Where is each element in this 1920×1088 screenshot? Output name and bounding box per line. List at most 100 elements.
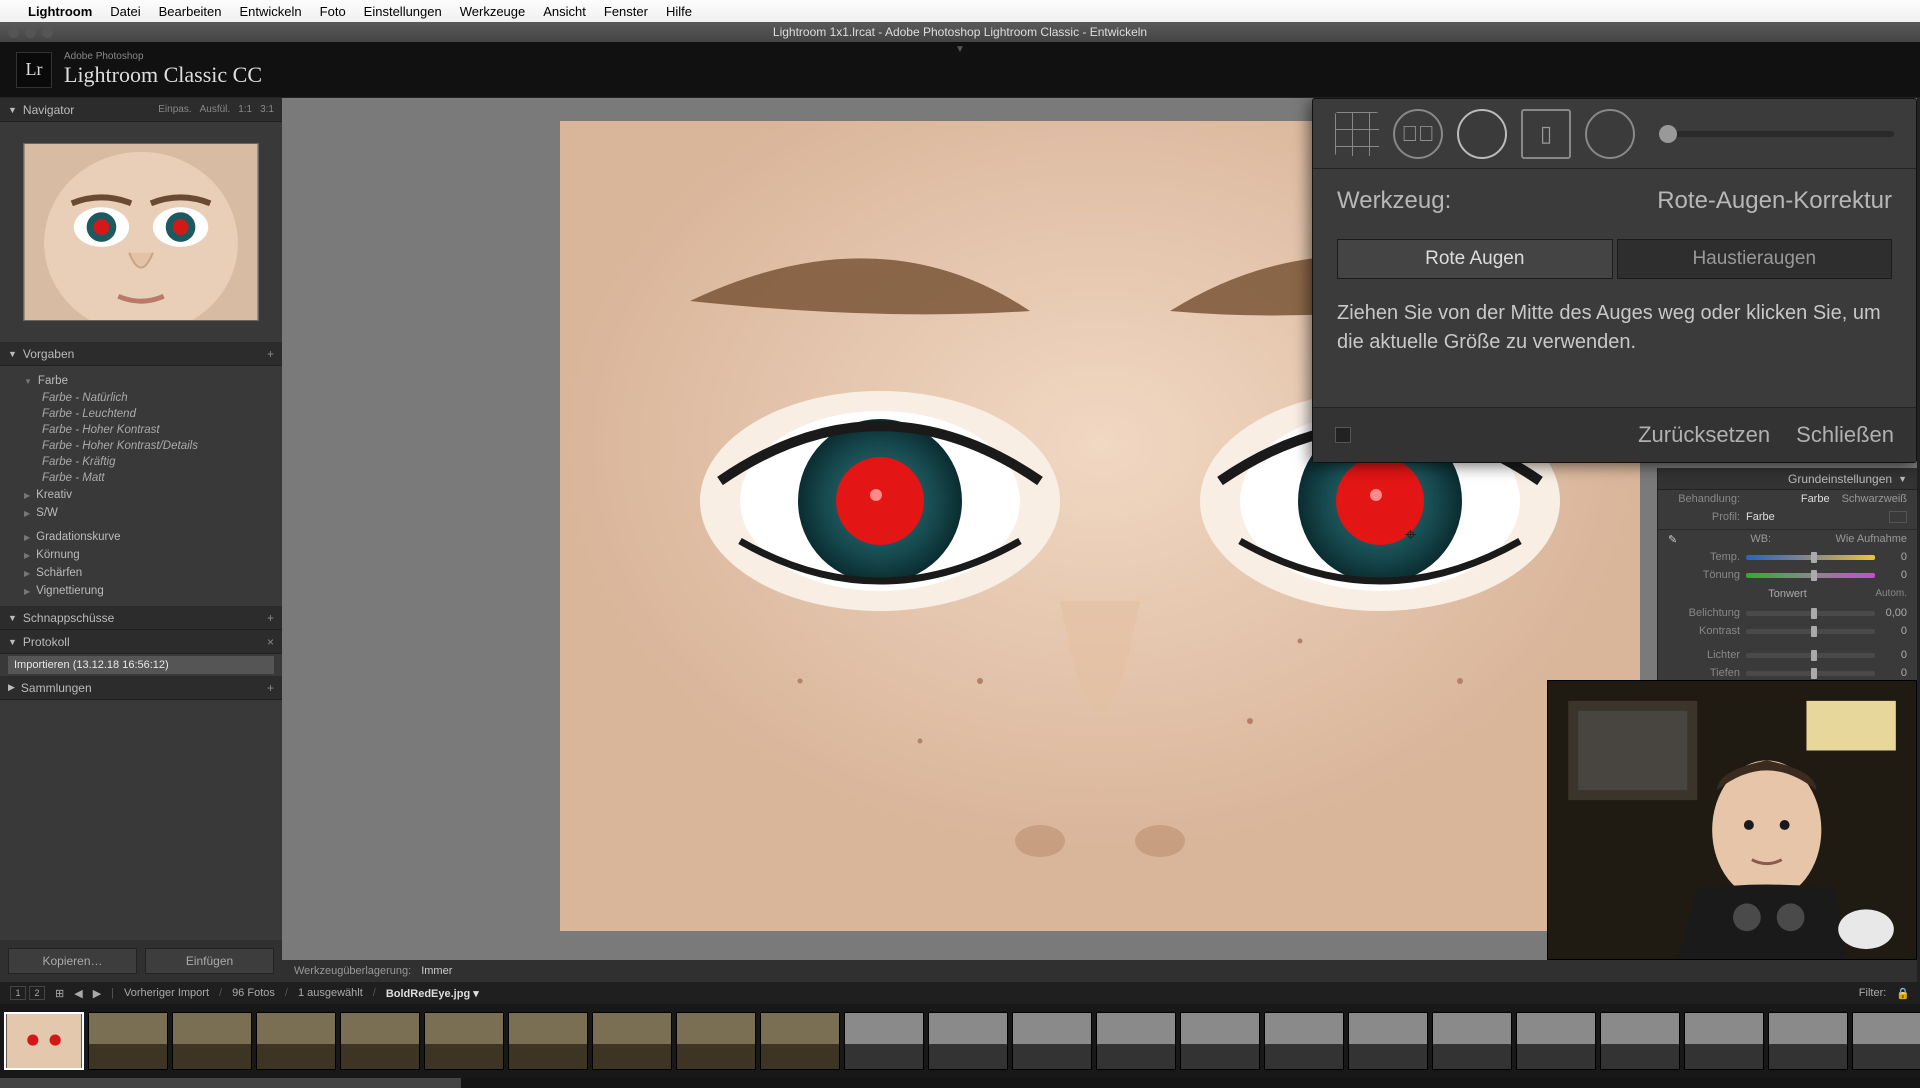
preset-item[interactable]: Farbe - Matt	[24, 470, 282, 486]
gradient-tool-icon[interactable]: ▯	[1521, 109, 1571, 159]
menu-settings[interactable]: Einstellungen	[364, 4, 442, 19]
film-thumb[interactable]	[256, 1012, 336, 1070]
zoom-3to1[interactable]: 3:1	[260, 104, 274, 115]
exposure-slider[interactable]	[1746, 611, 1875, 616]
paste-button[interactable]: Einfügen	[145, 948, 274, 974]
contrast-slider[interactable]	[1746, 629, 1875, 634]
current-file[interactable]: BoldRedEye.jpg ▾	[386, 987, 479, 1000]
preset-group-vignette[interactable]: Vignettierung	[24, 582, 282, 600]
treatment-color[interactable]: Farbe	[1801, 493, 1830, 505]
overlay-toggle[interactable]	[1335, 427, 1351, 443]
radial-tool-icon[interactable]	[1585, 109, 1635, 159]
preset-item[interactable]: Farbe - Leuchtend	[24, 406, 282, 422]
add-preset-icon[interactable]: +	[267, 347, 274, 361]
film-thumb[interactable]	[88, 1012, 168, 1070]
film-thumb[interactable]	[1180, 1012, 1260, 1070]
zoom-fit[interactable]: Einpas.	[158, 104, 191, 115]
next-icon[interactable]: ▶	[93, 987, 101, 1000]
preset-item[interactable]: Farbe - Hoher Kontrast	[24, 422, 282, 438]
preset-group-sharpen[interactable]: Schärfen	[24, 564, 282, 582]
redeye-tool-icon[interactable]	[1457, 109, 1507, 159]
mode-pet-eyes[interactable]: Haustieraugen	[1617, 239, 1893, 279]
secondary-display-icons[interactable]: 12	[10, 986, 45, 1000]
film-thumb[interactable]	[592, 1012, 672, 1070]
history-item[interactable]: Importieren (13.12.18 16:56:12)	[8, 656, 274, 674]
traffic-lights[interactable]	[8, 27, 53, 38]
profile-value[interactable]: Farbe	[1746, 511, 1775, 523]
film-thumb[interactable]	[1684, 1012, 1764, 1070]
film-thumb[interactable]	[676, 1012, 756, 1070]
prev-icon[interactable]: ◀	[74, 987, 82, 1000]
preset-group-sw[interactable]: S/W	[24, 504, 282, 522]
image-stage[interactable]: ⌖ ◯⃕ ▯ Werkzeug:Rote-Augen-Korrektur Rot…	[282, 98, 1917, 960]
filter-lock-icon[interactable]: 🔒	[1896, 987, 1910, 1000]
menu-app[interactable]: Lightroom	[28, 4, 92, 19]
film-thumb[interactable]	[1264, 1012, 1344, 1070]
presets-header[interactable]: ▼Vorgaben+	[0, 342, 282, 366]
temp-slider[interactable]	[1746, 555, 1875, 560]
preset-group-grain[interactable]: Körnung	[24, 546, 282, 564]
preset-item[interactable]: Farbe - Kräftig	[24, 454, 282, 470]
navigator-header[interactable]: ▼ Navigator Einpas. Ausfül. 1:1 3:1	[0, 98, 282, 122]
tone-auto[interactable]: Autom.	[1875, 588, 1907, 599]
film-thumb[interactable]	[1516, 1012, 1596, 1070]
eyedropper-icon[interactable]: ✎	[1668, 533, 1686, 546]
snapshots-header[interactable]: ▼Schnappschüsse+	[0, 606, 282, 630]
navigator-preview[interactable]	[0, 122, 282, 342]
clear-history-icon[interactable]: ×	[267, 635, 274, 649]
copy-button[interactable]: Kopieren…	[8, 948, 137, 974]
menu-help[interactable]: Hilfe	[666, 4, 692, 19]
grid-view-icon[interactable]: ⊞	[55, 987, 64, 1000]
film-thumb[interactable]	[172, 1012, 252, 1070]
shadows-slider[interactable]	[1746, 671, 1875, 676]
preset-group-kreativ[interactable]: Kreativ	[24, 486, 282, 504]
zoom-fill[interactable]: Ausfül.	[200, 104, 231, 115]
close-button[interactable]: Schließen	[1796, 422, 1894, 448]
film-thumb[interactable]	[1012, 1012, 1092, 1070]
film-thumb[interactable]	[1096, 1012, 1176, 1070]
menu-file[interactable]: Datei	[110, 4, 140, 19]
zoom-1to1[interactable]: 1:1	[238, 104, 252, 115]
add-snapshot-icon[interactable]: +	[267, 611, 274, 625]
preset-group-farbe[interactable]: Farbe	[24, 372, 282, 390]
mode-red-eyes[interactable]: Rote Augen	[1337, 239, 1613, 279]
film-thumb[interactable]	[508, 1012, 588, 1070]
collections-header[interactable]: ▶Sammlungen+	[0, 676, 282, 700]
menu-window[interactable]: Fenster	[604, 4, 648, 19]
highlights-slider[interactable]	[1746, 653, 1875, 658]
film-thumb[interactable]	[844, 1012, 924, 1070]
menu-edit[interactable]: Bearbeiten	[159, 4, 222, 19]
film-thumb[interactable]	[1432, 1012, 1512, 1070]
profile-grid-icon[interactable]	[1889, 511, 1907, 523]
source-label[interactable]: Vorheriger Import	[124, 987, 209, 999]
add-collection-icon[interactable]: +	[267, 681, 274, 695]
menu-view[interactable]: Ansicht	[543, 4, 586, 19]
filter-label[interactable]: Filter:	[1859, 987, 1887, 999]
tint-slider[interactable]	[1746, 573, 1875, 578]
wb-value[interactable]: Wie Aufnahme	[1835, 533, 1907, 545]
film-thumb[interactable]	[424, 1012, 504, 1070]
film-thumb[interactable]	[1600, 1012, 1680, 1070]
film-thumb[interactable]	[928, 1012, 1008, 1070]
basic-title[interactable]: Grundeinstellungen	[1788, 472, 1892, 486]
film-thumb[interactable]	[1768, 1012, 1848, 1070]
overlay-value[interactable]: Immer	[421, 965, 452, 977]
film-thumb[interactable]	[4, 1012, 84, 1070]
crop-tool-icon[interactable]	[1335, 112, 1379, 156]
history-header[interactable]: ▼Protokoll×	[0, 630, 282, 654]
menu-develop[interactable]: Entwickeln	[240, 4, 302, 19]
top-grip-icon[interactable]: ▼	[955, 44, 965, 55]
menu-tools[interactable]: Werkzeuge	[460, 4, 526, 19]
film-thumb[interactable]	[1852, 1012, 1920, 1070]
preset-item[interactable]: Farbe - Natürlich	[24, 390, 282, 406]
filmstrip[interactable]	[0, 1004, 1920, 1078]
spot-tool-icon[interactable]: ◯⃕	[1393, 109, 1443, 159]
reset-button[interactable]: Zurücksetzen	[1638, 422, 1770, 448]
preset-item[interactable]: Farbe - Hoher Kontrast/Details	[24, 438, 282, 454]
film-thumb[interactable]	[340, 1012, 420, 1070]
menu-photo[interactable]: Foto	[320, 4, 346, 19]
film-thumb[interactable]	[760, 1012, 840, 1070]
preset-group-curve[interactable]: Gradationskurve	[24, 528, 282, 546]
film-thumb[interactable]	[1348, 1012, 1428, 1070]
brush-size-slider[interactable]	[1659, 131, 1894, 137]
